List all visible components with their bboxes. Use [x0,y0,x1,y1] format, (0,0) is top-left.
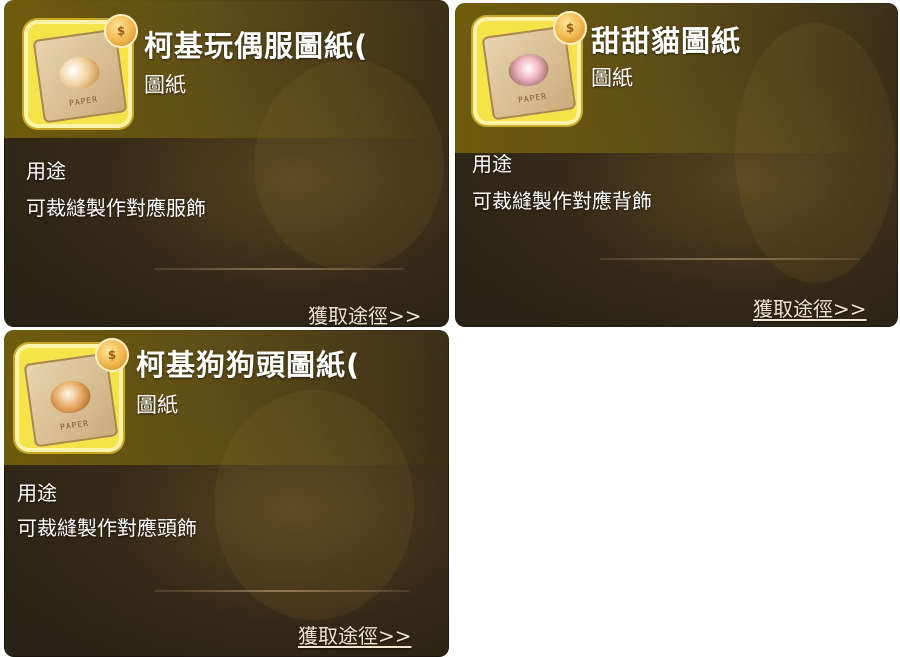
item-icon: PAPER $ [28,14,138,124]
get-path-link[interactable]: 獲取途徑>> [753,299,867,319]
item-tooltip-card: PAPER $ 柯基玩偶服圖紙( 圖紙 用途 可裁縫製作對應服飾 獲取途徑>> [4,0,449,327]
item-tooltip-card: PAPER $ 柯基狗狗頭圖紙( 圖紙 用途 可裁縫製作對應頭飾 獲取途徑>> [4,330,449,657]
paper-caption: PAPER [517,91,548,105]
item-type: 圖紙 [144,73,186,97]
background-character-art [214,390,414,620]
paper-caption: PAPER [68,94,99,108]
usage-label: 用途 [472,152,512,176]
get-path-link[interactable]: 獲取途徑>> [308,306,422,326]
shop-bag-icon: $ [104,14,138,48]
background-character-art [254,60,444,270]
item-type: 圖紙 [136,393,178,417]
divider-line [154,268,404,270]
usage-label: 用途 [17,481,57,505]
usage-text: 可裁縫製作對應背飾 [472,189,652,213]
shop-bag-icon: $ [553,11,587,45]
corgi-costume-art [57,54,102,92]
item-tooltip-card: PAPER $ 甜甜貓圖紙 圖紙 用途 可裁縫製作對應背飾 獲取途徑>> [455,3,898,327]
item-title: 柯基玩偶服圖紙( [144,29,369,63]
item-title: 甜甜貓圖紙 [591,24,742,58]
divider-line [600,258,860,260]
paper-caption: PAPER [59,418,90,432]
item-icon: PAPER $ [477,11,587,121]
item-icon: PAPER $ [19,338,129,448]
background-character-art [735,23,895,283]
item-title: 柯基狗狗頭圖紙( [136,348,361,382]
shop-bag-icon: $ [95,338,129,372]
divider-line [154,590,409,592]
get-path-link[interactable]: 獲取途徑>> [298,626,412,646]
sweet-cat-art [506,51,551,89]
usage-text: 可裁縫製作對應服飾 [26,196,206,220]
item-type: 圖紙 [591,66,633,90]
usage-text: 可裁縫製作對應頭飾 [17,516,197,540]
usage-label: 用途 [26,159,66,183]
corgi-head-art [48,378,93,416]
